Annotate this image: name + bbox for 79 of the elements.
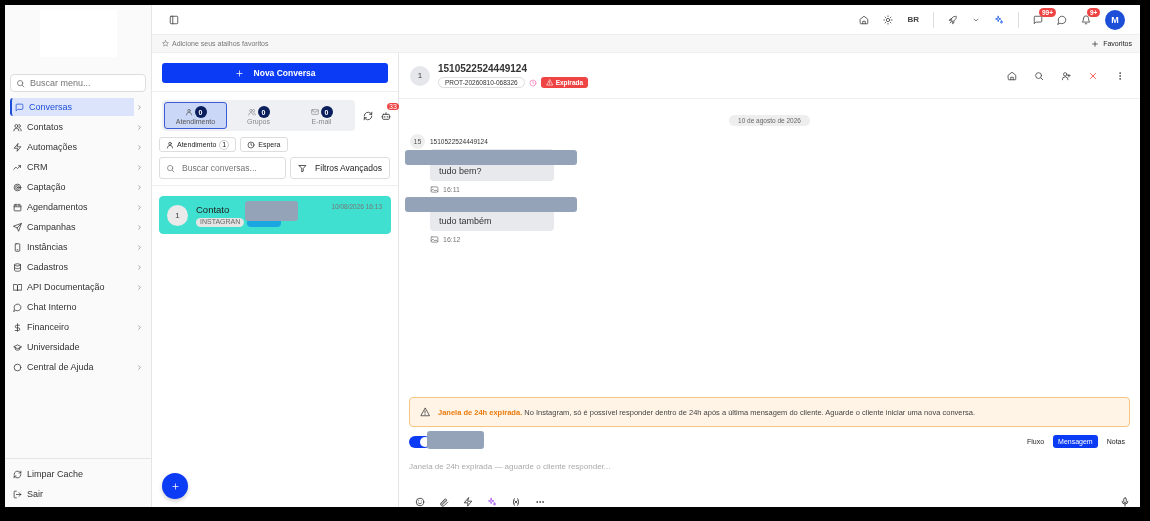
- plus-icon: [170, 481, 180, 491]
- sidebar-item[interactable]: Contatos: [10, 118, 146, 136]
- sidebar-item[interactable]: CRM: [10, 158, 146, 176]
- contact-avatar: 1: [410, 65, 430, 86]
- refresh-icon: [13, 469, 22, 479]
- target-icon: [13, 182, 22, 192]
- user-avatar[interactable]: M: [1105, 9, 1125, 30]
- star-icon: [162, 40, 169, 47]
- circle-icon: [13, 362, 22, 372]
- paper-plane-icon: [13, 222, 22, 232]
- sidebar-item[interactable]: Limpar Cache: [10, 465, 146, 483]
- sidebar-item[interactable]: Universidade: [10, 338, 146, 356]
- contact-name: 1510522524449124: [438, 63, 528, 74]
- image-icon: [430, 185, 439, 194]
- advanced-filters-button[interactable]: Filtros Avançados: [290, 157, 390, 179]
- users-icon: [247, 108, 256, 116]
- image-icon: [430, 235, 439, 244]
- lightning-icon[interactable]: [463, 497, 473, 507]
- add-user-icon[interactable]: [1061, 70, 1071, 81]
- chat-bubble-icon[interactable]: [1057, 14, 1067, 25]
- robot-icon[interactable]: [381, 110, 391, 121]
- search-icon[interactable]: [1034, 70, 1044, 81]
- logout-icon: [13, 489, 22, 499]
- home-icon[interactable]: [859, 14, 870, 25]
- sidebar-toggle-icon[interactable]: [169, 14, 179, 25]
- contact-avatar: 1: [167, 204, 188, 226]
- variable-icon[interactable]: [511, 497, 521, 507]
- redaction-block: [427, 431, 484, 449]
- warning-icon: [545, 79, 553, 86]
- graduation-cap-icon: [13, 342, 22, 352]
- chat-bubble-icon: [13, 302, 22, 312]
- calendar-icon: [13, 202, 22, 212]
- redaction-block: [245, 201, 298, 221]
- sidebar-item[interactable]: Instâncias: [10, 238, 146, 256]
- sparkle-icon[interactable]: [487, 497, 497, 507]
- plus-icon: [234, 68, 244, 78]
- home-icon[interactable]: [1007, 70, 1017, 81]
- conversation-search-field[interactable]: Buscar conversas...: [159, 157, 287, 179]
- clock-icon: [528, 78, 537, 87]
- emoji-icon[interactable]: [415, 497, 425, 507]
- lightning-icon: [13, 142, 22, 152]
- user-icon: [184, 108, 193, 116]
- message-input[interactable]: Janela de 24h expirada — aguarde o cliente responder...: [409, 462, 1130, 471]
- database-icon: [13, 262, 22, 272]
- refresh-icon[interactable]: [363, 110, 373, 121]
- sidebar-item[interactable]: Campanhas: [10, 218, 146, 236]
- tablet-icon: [13, 242, 22, 252]
- language-button[interactable]: BR: [907, 15, 919, 24]
- user-icon: [166, 140, 174, 149]
- sidebar-item[interactable]: Agendamentos: [10, 198, 146, 216]
- close-icon[interactable]: [1088, 70, 1098, 81]
- bell-icon[interactable]: [1081, 14, 1091, 25]
- filter-icon: [298, 163, 308, 173]
- mail-icon: [310, 108, 319, 116]
- warning-icon: [420, 407, 430, 417]
- sidebar-item[interactable]: API Documentação: [10, 278, 146, 296]
- users-icon: [13, 122, 22, 132]
- sidebar-item[interactable]: Captação: [10, 178, 146, 196]
- book-icon: [13, 282, 22, 292]
- sidebar-item[interactable]: Sair: [10, 485, 146, 503]
- dollar-icon: [13, 322, 22, 332]
- menu-search-field[interactable]: Buscar menu...: [10, 74, 146, 92]
- microphone-icon[interactable]: [1120, 497, 1130, 507]
- chat-icon: [15, 102, 24, 112]
- rocket-icon[interactable]: [948, 14, 958, 25]
- trend-icon: [13, 162, 22, 172]
- clock-icon: [247, 140, 256, 149]
- sidebar-item[interactable]: Central de Ajuda: [10, 358, 146, 376]
- plus-icon: [1091, 39, 1100, 48]
- sidebar-item[interactable]: Financeiro: [10, 318, 146, 336]
- paperclip-icon[interactable]: [439, 497, 449, 507]
- sparkle-icon[interactable]: [994, 14, 1004, 25]
- chat-icon[interactable]: [1033, 14, 1043, 25]
- sidebar-item[interactable]: Cadastros: [10, 258, 146, 276]
- add-button[interactable]: [162, 473, 188, 499]
- new-conversation-button[interactable]: Nova Conversa: [162, 63, 388, 83]
- sidebar-item[interactable]: Chat Interno: [10, 298, 146, 316]
- sidebar-item[interactable]: Automações: [10, 138, 146, 156]
- sun-icon[interactable]: [883, 14, 894, 25]
